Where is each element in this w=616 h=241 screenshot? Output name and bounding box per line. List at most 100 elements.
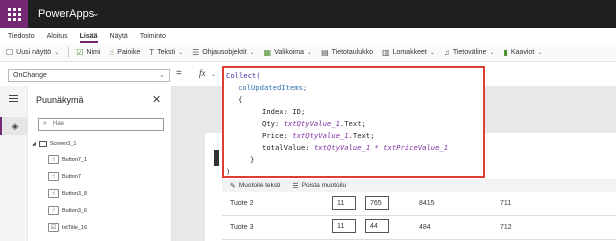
tree-item[interactable]: ☝ Button3_8	[48, 189, 87, 198]
app-bar: PowerApps ⌄	[0, 0, 616, 28]
button-button[interactable]: ☝ Painike	[109, 48, 140, 57]
chart-icon: ▮	[503, 48, 508, 57]
total-value: 484	[419, 224, 431, 231]
tree-item-screen[interactable]: ◢ Screen3_1	[32, 141, 76, 147]
tree-item-label: Screen3_1	[49, 141, 77, 147]
tree-item[interactable]: ☝ Button7_1	[48, 155, 87, 164]
tree-item-label: Button7_1	[62, 156, 88, 163]
chevron-down-icon: ⌄	[537, 50, 543, 56]
tree-item[interactable]: ☑ txtTitle_16	[48, 223, 87, 232]
tab-aloitus[interactable]: Aloitus	[47, 33, 68, 40]
chevron-down-icon: ⌄	[489, 50, 495, 56]
search-icon: ⌕	[43, 120, 47, 127]
extra-value: 712	[500, 224, 512, 231]
label-button-label: Nimi	[86, 49, 101, 56]
media-button[interactable]: ♫ Tietoväline ⌄	[444, 48, 495, 57]
insert-toolbar: ☐ Uusi näyttö ⌄ ☑ Nimi ☝ Painike T Tekst…	[0, 44, 616, 62]
equals-sign: =	[176, 68, 182, 79]
panel-title: Puunäkymä	[36, 95, 84, 105]
chevron-down-icon[interactable]: ⌄	[211, 71, 216, 78]
price-input[interactable]: 765	[365, 196, 389, 210]
table-row[interactable]: Tuote 2 11 765 8415 711	[222, 192, 616, 216]
tree-item-label: Button3_8	[62, 190, 88, 197]
chevron-down-icon: ⌄	[54, 50, 60, 56]
tree-item[interactable]: ☝ Button3_6	[48, 206, 87, 215]
code-line: Collect(	[226, 71, 261, 80]
table-row[interactable]: Tuote 3 11 44 484 712	[222, 216, 616, 240]
text-icon: T	[149, 48, 155, 57]
code-line: totalValue: txtQtyValue_1 * txtPriceValu…	[262, 143, 448, 152]
price-value: 765	[370, 200, 382, 207]
text-button[interactable]: T Teksti ⌄	[149, 48, 183, 57]
code-key: totalValue:	[262, 143, 310, 152]
tree-item[interactable]: ☝ Button7	[48, 172, 81, 181]
code-value: .Text;	[339, 119, 366, 128]
qty-value: 11	[337, 223, 345, 230]
forms-button-label: Lomakkeet	[392, 49, 427, 56]
code-collection: colUpdatedItems;	[238, 83, 308, 92]
code-expression: txtQtyValue_1 * txtPriceValue_1	[313, 143, 449, 152]
text-button-label: Teksti	[157, 49, 176, 56]
remove-format-button[interactable]: ☰ Poista muotoilu	[292, 182, 346, 190]
forms-button[interactable]: ▥ Lomakkeet ⌄	[382, 48, 435, 57]
formula-editor[interactable]: Collect( colUpdatedItems; { Index: ID; Q…	[222, 66, 485, 178]
chevron-down-icon: ⌄	[249, 50, 255, 56]
app-launcher-button[interactable]	[0, 0, 28, 28]
media-icon: ♫	[443, 48, 450, 57]
tab-toiminto[interactable]: Toiminto	[140, 33, 166, 40]
chevron-down-icon: ⌄	[429, 50, 435, 56]
tree-search-input[interactable]: ⌕ Hae	[38, 118, 164, 131]
qty-input[interactable]: 11	[332, 196, 356, 210]
qty-input[interactable]: 11	[332, 219, 356, 233]
code-key: Qty:	[262, 119, 280, 128]
product-name: Tuote 3	[230, 224, 254, 231]
button-control-icon: ☝	[48, 155, 59, 164]
price-input[interactable]: 44	[365, 219, 389, 233]
format-text-label: Muotoile teksti	[238, 182, 281, 189]
remove-format-label: Poista muotoilu	[301, 182, 347, 189]
property-dropdown[interactable]: OnChange ⌄	[8, 69, 170, 82]
format-text-button[interactable]: ✎ Muotoile teksti	[230, 182, 280, 190]
screen-icon	[38, 141, 47, 147]
tab-tiedosto[interactable]: Tiedosto	[8, 33, 35, 40]
layers-icon[interactable]: ◈	[0, 117, 28, 135]
selection-marker	[214, 150, 219, 166]
controls-button[interactable]: ☰ Ohjausobjektit ⌄	[192, 48, 255, 57]
search-placeholder: Hae	[53, 121, 65, 127]
code-brace: }	[250, 155, 255, 164]
tree-view-panel: Puunäkymä ✕ ⌕ Hae ◢ Screen3_1 ☝ Button7_…	[28, 86, 172, 241]
data-table-button[interactable]: ▤ Tietotaulukko	[321, 48, 373, 57]
app-title[interactable]: PowerApps	[38, 8, 94, 20]
gallery-button-label: Valikoima	[274, 49, 305, 56]
screen-icon: ☐	[6, 48, 14, 57]
label-button[interactable]: ☑ Nimi	[76, 48, 100, 57]
label-icon: ☑	[76, 48, 84, 57]
new-screen-button[interactable]: ☐ Uusi näyttö ⌄	[6, 48, 59, 57]
media-button-label: Tietoväline	[452, 49, 487, 56]
tab-lisaa[interactable]: Lisää	[79, 33, 98, 43]
price-value: 44	[370, 223, 378, 230]
gallery-button[interactable]: ▦ Valikoima ⌄	[264, 48, 312, 57]
code-key: Index:	[262, 107, 288, 116]
product-name: Tuote 2	[230, 200, 254, 207]
charts-button[interactable]: ▮ Kaaviot ⌄	[503, 48, 542, 57]
new-screen-label: Uusi näyttö	[16, 49, 52, 56]
hamburger-icon[interactable]	[9, 95, 18, 104]
function-button[interactable]: fx	[199, 68, 206, 78]
data-table-button-label: Tietotaulukko	[331, 49, 373, 56]
controls-button-label: Ohjausobjektit	[202, 49, 247, 56]
controls-icon: ☰	[192, 48, 200, 57]
tree-item-label: txtTitle_16	[62, 224, 88, 231]
button-control-icon: ☝	[48, 172, 59, 181]
button-button-label: Painike	[117, 49, 141, 56]
close-icon[interactable]: ✕	[152, 93, 161, 106]
table-icon: ▤	[321, 48, 329, 57]
chevron-down-icon[interactable]: ⌄	[92, 8, 100, 19]
tab-nayta[interactable]: Näytä	[110, 33, 128, 40]
left-rail: ◈	[0, 86, 28, 241]
code-line: }	[250, 155, 254, 164]
list-icon: ☰	[292, 182, 299, 190]
collapse-icon[interactable]: ◢	[32, 141, 36, 147]
code-value: .Text;	[348, 131, 375, 140]
chevron-down-icon: ⌄	[159, 72, 165, 79]
